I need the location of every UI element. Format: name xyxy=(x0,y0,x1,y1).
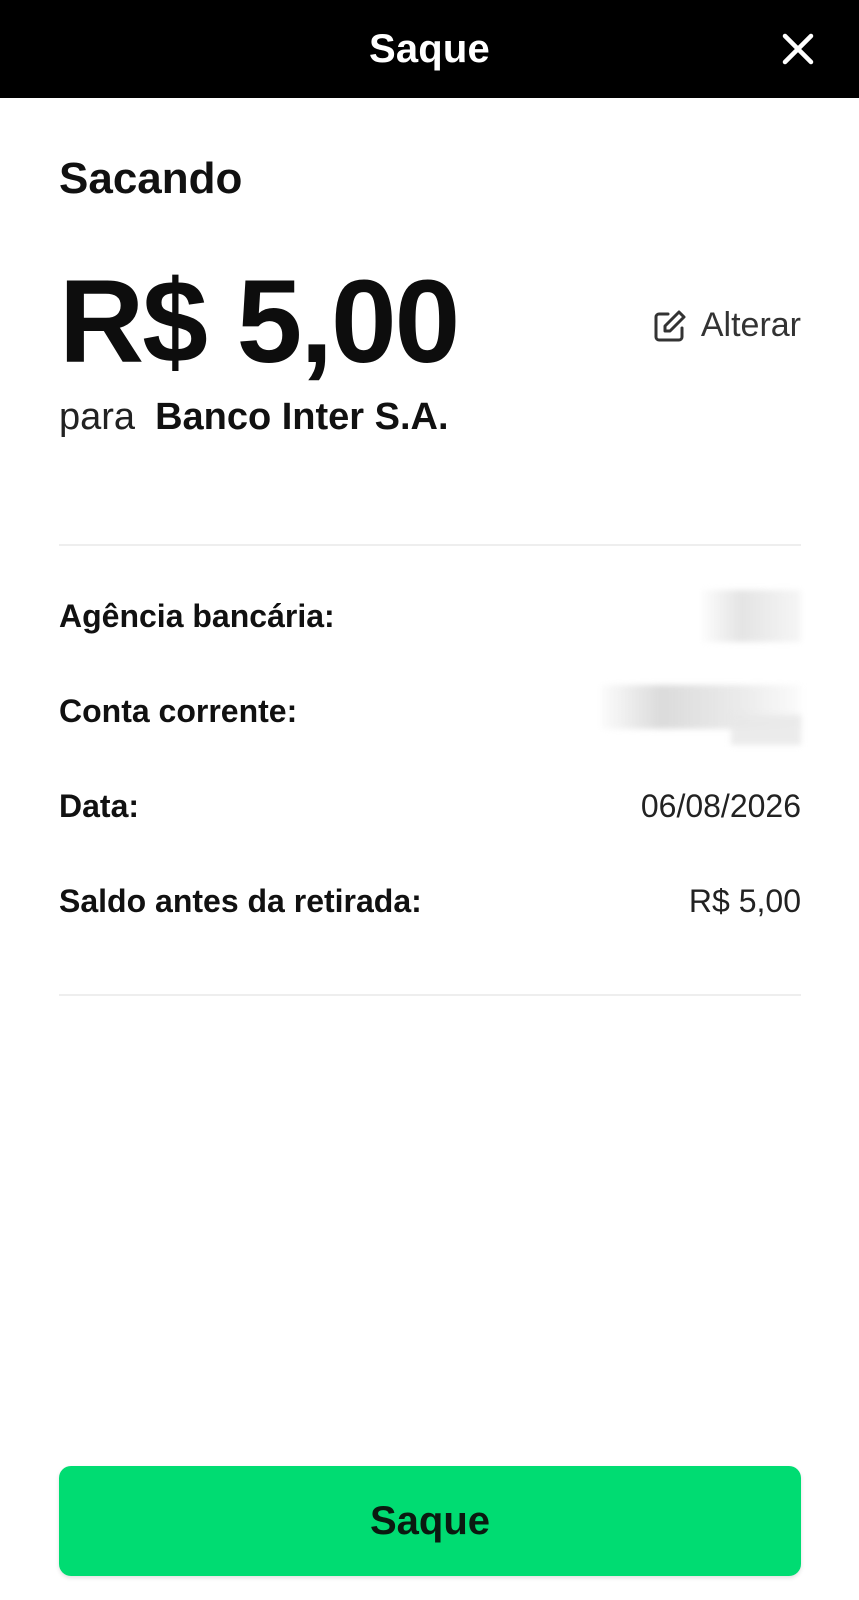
detail-row-date: Data: 06/08/2026 xyxy=(59,781,801,831)
redacted-value xyxy=(701,590,801,642)
detail-value: R$ 5,00 xyxy=(688,882,801,919)
detail-value: 06/08/2026 xyxy=(640,787,801,824)
edit-icon xyxy=(654,310,686,341)
recipient-bank: Banco Inter S.A. xyxy=(155,396,449,438)
close-icon xyxy=(782,33,814,65)
edit-amount-label: Alterar xyxy=(700,306,801,344)
withdrawal-amount: R$ 5,00 xyxy=(59,256,460,388)
recipient-prefix: para xyxy=(59,396,136,438)
close-button[interactable] xyxy=(775,26,821,72)
detail-label: Conta corrente: xyxy=(59,692,298,729)
divider xyxy=(59,994,801,996)
detail-row-account: Conta corrente: xyxy=(59,685,801,745)
detail-label: Saldo antes da retirada: xyxy=(59,882,422,919)
edit-amount-button[interactable]: Alterar xyxy=(653,306,801,345)
redacted-value xyxy=(601,685,801,745)
section-title: Sacando xyxy=(59,154,243,203)
recipient-line: para Banco Inter S.A. xyxy=(59,396,449,439)
detail-row-balance: Saldo antes da retirada: R$ 5,00 xyxy=(59,876,801,926)
detail-row-agency: Agência bancária: xyxy=(59,590,801,642)
withdraw-button-label: Saque xyxy=(369,1498,491,1543)
page-title: Saque xyxy=(368,26,491,71)
divider xyxy=(59,544,801,546)
top-bar: Saque xyxy=(0,0,859,98)
detail-label: Data: xyxy=(59,787,140,824)
withdraw-button[interactable]: Saque xyxy=(59,1466,801,1576)
detail-label: Agência bancária: xyxy=(59,597,335,634)
